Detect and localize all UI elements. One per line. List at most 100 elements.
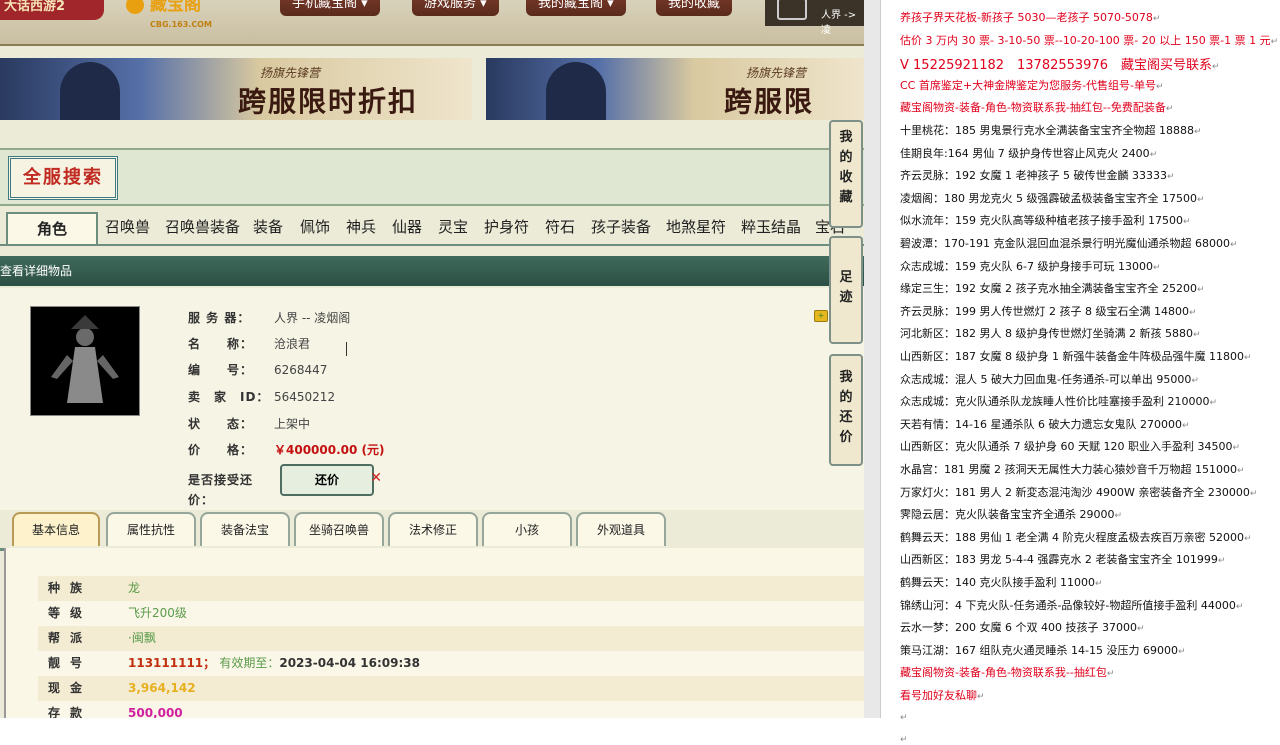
tab-amulet[interactable]: 护身符 [484,212,529,242]
text-line: 养孩子界天花板-新孩子 5030—老孩子 5070-5078↵ [900,9,1160,25]
paragraph-mark-icon: ↵ [1106,669,1115,680]
table-row: 帮派 ·闽飘 [38,626,864,651]
my-favorites-button[interactable]: 我的收藏 [829,120,863,228]
id-value: 6268447 [274,363,328,377]
tab-equipment[interactable]: 装备 [253,212,283,242]
tab-jade-crystal[interactable]: 粹玉结晶 [741,212,801,242]
text-line: 万家灯火：181 男人 2 新変态混沌淘沙 4900W 亲密装备齐全 23000… [900,484,1257,500]
window-divider[interactable] [864,0,880,718]
my-counter-offers-button[interactable]: 我的还价 [829,354,863,466]
tab-divine-weapon[interactable]: 神兵 [346,212,376,242]
nav-my-cbg[interactable]: 我的藏宝阁 ▾ [526,0,626,16]
line-text: 碧波潭：170-191 克金队混回血混杀景行明光魔仙通杀物超 68000 [900,237,1230,250]
character-art [546,62,606,120]
line-text: V 15225921182 13782553976 藏宝阁买号联系 [900,58,1212,74]
expiry-value: 2023-04-04 16:09:38 [279,656,420,670]
counter-offer-button-label: 还价 [314,473,339,487]
line-text: 山西新区：187 女魔 8 级护身 1 新强牛装备金牛阵极品强牛魔 11800 [900,350,1244,363]
text-line: 众志成城：混人 5 破大力回血鬼-任务通杀-可以单出 95000↵ [900,371,1199,387]
tab-role[interactable]: 角色 [6,212,98,244]
line-text: 佳期良年:164 男仙 7 级护身传世容止风克火 2400 [900,146,1150,160]
line-text: 估价 3 万内 30 票- 3-10-50 票--10-20-100 票- 20… [900,33,1271,47]
text-line: 策马江湖：167 组队克火通灵睡杀 14-15 没压力 69000↵ [900,642,1185,658]
tab-accessory[interactable]: 佩饰 [300,212,330,242]
paragraph-mark-icon: ↵ [1270,36,1279,47]
tab-summon-beast[interactable]: 召唤兽 [105,212,150,242]
nav-label: 我的收藏 [668,0,721,11]
attr-value: 113111111； 有效期至：2023-04-04 16:09:38 [128,656,420,670]
paragraph-mark-icon: ↵ [1156,81,1164,92]
text-cursor-icon [346,342,349,356]
attr-value: 龙 [128,581,141,595]
promo-banner[interactable]: 扬旗先锋营 跨服限 [486,58,864,120]
paragraph-mark-icon: ↵ [1193,127,1202,137]
paragraph-mark-icon: ↵ [977,692,985,702]
site-logo-subtext: CBG.163.COM [150,20,212,29]
tab-appearance-items[interactable]: 外观道具 [576,512,666,546]
name-value: 沧浪君 [274,337,311,351]
text-line: 缘定三生：192 女魔 2 孩子克水抽全满装备宝宝齐全 25200↵ [900,280,1205,296]
side-button-label: 我的还价 [839,370,853,445]
paragraph-mark-icon: ↵ [1188,307,1197,318]
line-text: 众志成城：混人 5 破大力回血鬼-任务通杀-可以单出 95000 [900,372,1192,386]
game-logo-text: 大话西游2 [4,0,66,14]
add-favorite-icon[interactable]: + [814,310,828,322]
paragraph-mark-icon: ↵ [900,735,908,745]
promo-banner[interactable]: 扬旗先锋营 跨服限时折扣 [0,58,472,120]
tab-summon-equipment[interactable]: 召唤兽装备 [165,212,240,242]
text-line: 碧波潭：170-191 克金队混回血混杀景行明光魔仙通杀物超 68000↵ [900,235,1238,251]
text-line: 河北新区：182 男人 8 级护身传世燃灯坐骑满 2 新孩 5880↵ [900,325,1201,341]
text-line: 鹤舞云天：188 男仙 1 老全满 4 阶克火程度孟极去疾百万亲密 52000↵ [900,529,1252,545]
footprint-button[interactable]: 足迹 [829,236,863,344]
tab-fairy-weapon[interactable]: 仙器 [392,212,422,242]
text-line: 佳期良年:164 男仙 7 级护身传世容止风克火 2400↵ [900,145,1157,161]
paragraph-mark-icon: ↵ [1177,646,1186,657]
text-line: 凌烟阁：180 男龙克火 5 级强霹破孟极装备宝宝齐全 17500↵ [900,190,1205,206]
text-line: 齐云灵脉：192 女魔 1 老神孩子 5 破传世金麟 33333↵ [900,167,1175,183]
tab-basic-info[interactable]: 基本信息 [12,512,100,546]
game-logo[interactable]: 大话西游2 [0,0,104,20]
attribute-table: 种族 龙 等级 飞升200级 帮派 ·闽飘 靓号 113111111； 有效期至：202… [38,576,864,718]
close-icon[interactable]: ✕ [370,464,382,492]
server-label: 服 务 器： [188,311,251,325]
paragraph-mark-icon: ↵ [1249,488,1258,499]
user-box[interactable]: 人界 ->凌 [765,0,864,36]
paragraph-mark-icon: ↵ [1152,14,1161,24]
tab-mount-summon[interactable]: 坐骑召唤兽 [294,512,384,546]
tab-child-equipment[interactable]: 孩子装备 [591,212,651,242]
seller-value: 56450212 [274,390,336,404]
tab-equipment-treasure[interactable]: 装备法宝 [200,512,290,546]
tab-spirit-treasure[interactable]: 灵宝 [438,212,468,242]
banner-subtitle: 扬旗先锋营 [746,66,807,80]
table-row: 现金 3,964,142 [38,676,864,701]
id-row: 编 号： 6268447 [188,360,327,380]
tab-spell-correction[interactable]: 法术修正 [388,512,478,546]
site-logo[interactable]: 藏宝阁 CBG.163.COM [122,0,212,29]
text-line: 看号加好友私聊↵ [900,687,985,703]
text-line: 山西新区：183 男龙 5-4-4 强霹克水 2 老装备宝宝齐全 101999↵ [900,551,1225,567]
line-text: 藏宝阁物资-装备-角色-物资联系我--抽红包 [900,666,1107,680]
line-text: 缘定三生：192 女魔 2 孩子克水抽全满装备宝宝齐全 25200 [900,282,1197,296]
notes-panel[interactable]: 养孩子界天花板-新孩子 5030—老孩子 5070-5078↵ 估价 3 万内 3… [880,0,1280,745]
paragraph-mark-icon: ↵ [1236,466,1245,476]
text-line: 藏宝阁物资-装备-角色-物资联系我-抽红包--免费配装备↵ [900,99,1173,115]
user-server-text: 人界 ->凌 [821,10,857,36]
nav-my-favorites[interactable]: 我的收藏 [656,0,733,16]
tab-earth-star-rune[interactable]: 地煞星符 [666,212,726,242]
banner-subtitle: 扬旗先锋营 [260,66,321,80]
paragraph-mark-icon: ↵ [1196,194,1205,205]
nav-mobile-cbg[interactable]: 手机藏宝阁 ▾ [280,0,380,16]
character-portrait [30,306,140,416]
text-line: 云水一梦：200 女魔 6 个双 400 技孩子 37000↵ [900,619,1145,635]
text-line: CC 首席鉴定+大神金牌鉴定为您服务-代售组号-单号↵ [900,77,1164,93]
tab-child[interactable]: 小孩 [482,512,572,546]
attr-label: 现金 [48,681,93,695]
all-server-search-title[interactable]: 全服搜索 [8,156,118,200]
tab-attributes-resistance[interactable]: 属性抗性 [106,512,196,546]
text-line: 天若有情：14-16 星通杀队 6 破大力遗忘女鬼队 270000↵ [900,416,1190,432]
text-line: 山西新区：187 女魔 8 级护身 1 新强牛装备金牛阵极品强牛魔 11800↵ [900,348,1252,364]
counter-offer-button[interactable]: 还价 ✕ [280,464,382,496]
nav-game-service[interactable]: 游戏服务 ▾ [412,0,499,16]
text-line: ↵ [900,732,908,745]
tab-rune-stone[interactable]: 符石 [545,212,575,242]
